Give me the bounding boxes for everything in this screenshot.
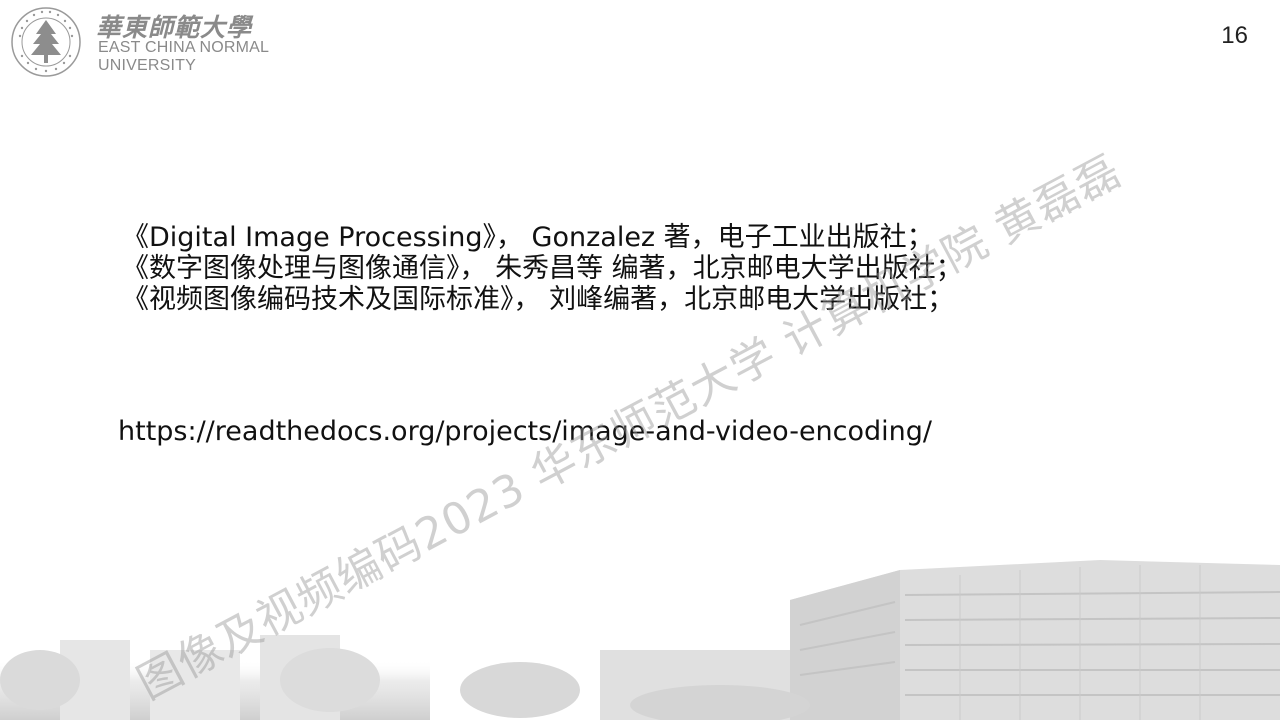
university-logo: 華東師範大學 EAST CHINA NORMAL UNIVERSITY	[10, 6, 300, 78]
reference-item: 《Digital Image Processing》， Gonzalez 著，电…	[122, 222, 934, 253]
reference-item: 《视频图像编码技术及国际标准》， 刘峰编著，北京邮电大学出版社；	[122, 284, 955, 315]
reference-list: 《Digital Image Processing》， Gonzalez 著，电…	[122, 222, 963, 315]
logo-english-name-line1: EAST CHINA NORMAL	[98, 39, 270, 56]
logo-english-name-line2: UNIVERSITY	[98, 57, 197, 74]
reference-url[interactable]: https://readthedocs.org/projects/image-a…	[118, 416, 932, 447]
slide: 華東師範大學 EAST CHINA NORMAL UNIVERSITY 16 《…	[0, 0, 1280, 720]
university-seal-icon	[11, 7, 81, 77]
reference-item: 《数字图像处理与图像通信》， 朱秀昌等 编著，北京邮电大学出版社；	[122, 253, 963, 284]
page-number: 16	[1221, 22, 1248, 49]
campus-background-image	[0, 560, 1280, 720]
watermark-anchor: 图像及视频编码2023 华东师范大学 计算机学院 黄磊磊	[124, 146, 1129, 710]
